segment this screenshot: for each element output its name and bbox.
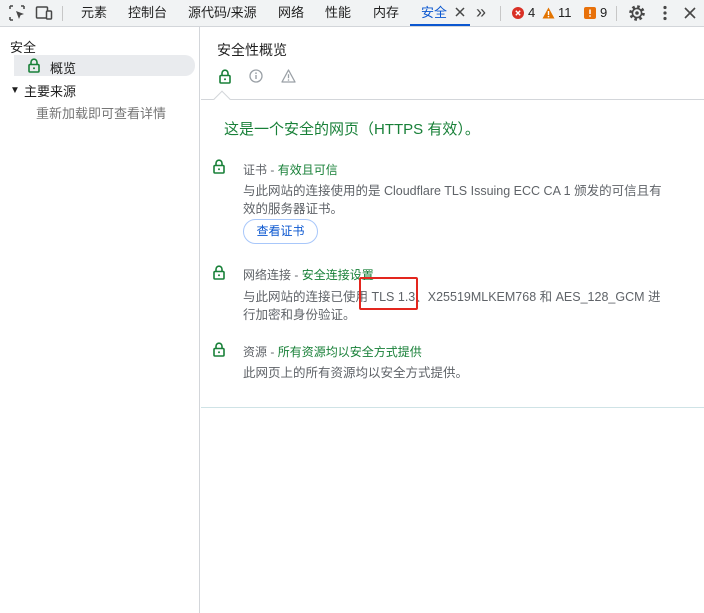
certificate-description: 与此网站的连接使用的是 Cloudflare TLS Issuing ECC C… xyxy=(243,184,662,216)
sidebar-heading: 安全 xyxy=(10,40,37,55)
warning-outline-icon xyxy=(281,69,296,83)
tab-console[interactable]: 控制台 xyxy=(128,0,167,26)
lock-icon xyxy=(219,69,231,84)
kebab-menu-icon[interactable] xyxy=(655,3,675,23)
title-separator: - xyxy=(267,345,278,359)
more-tabs-icon[interactable]: » xyxy=(476,0,486,26)
close-devtools-icon[interactable] xyxy=(680,3,700,23)
certificate-label: 证书 xyxy=(243,163,268,177)
title-separator: - xyxy=(291,268,302,282)
tab-sources[interactable]: 源代码/来源 xyxy=(188,0,257,26)
close-icon[interactable] xyxy=(454,6,466,18)
issues-count: 9 xyxy=(600,5,608,20)
header-divider xyxy=(201,99,704,100)
tab-memory[interactable]: 内存 xyxy=(373,0,399,26)
device-toolbar-icon[interactable] xyxy=(34,3,54,23)
resources-status: 所有资源均以安全方式提供 xyxy=(277,345,422,359)
content-divider xyxy=(201,407,704,408)
certificate-status: 有效且可信 xyxy=(277,163,338,177)
certificate-section-title: 证书 - 有效且可信 xyxy=(243,161,338,178)
reload-hint: 重新加载即可查看详情 xyxy=(36,106,167,121)
title-separator: - xyxy=(267,163,278,177)
active-tab-indicator xyxy=(410,24,470,26)
security-overview-panel: 安全性概览 这是一个安全的网页（HTTPS 有效）。 证书 - 有效且可信 与此… xyxy=(201,27,704,613)
resources-description: 此网页上的所有资源均以安全方式提供。 xyxy=(243,366,469,380)
page-title: 安全性概览 xyxy=(217,42,287,58)
warnings-count: 11 xyxy=(558,5,572,20)
toolbar-separator xyxy=(500,6,501,21)
connection-description: 与此网站的连接已使用 TLS 1.3、X25519MLKEM768 和 AES_… xyxy=(243,290,661,322)
tab-performance[interactable]: 性能 xyxy=(325,0,351,26)
sidebar-item-overview-label[interactable]: 概览 xyxy=(50,58,76,77)
header-pointer xyxy=(213,90,231,108)
resources-section-title: 资源 - 所有资源均以安全方式提供 xyxy=(243,343,422,360)
info-icon xyxy=(249,69,263,83)
connection-label: 网络连接 xyxy=(243,268,292,282)
highlight-box xyxy=(359,277,418,310)
tab-elements[interactable]: 元素 xyxy=(81,0,107,26)
toolbar-separator xyxy=(62,6,63,21)
lock-icon xyxy=(28,58,40,73)
lock-icon xyxy=(213,265,225,280)
security-sidebar: 安全 概览 ▼ 主要来源 重新加载即可查看详情 xyxy=(0,27,200,613)
view-certificate-button[interactable]: 查看证书 xyxy=(243,219,318,244)
issue-flag-icon xyxy=(584,7,596,19)
tab-security[interactable]: 安全 xyxy=(421,0,447,26)
devtools-toolbar: 元素 控制台 源代码/来源 网络 性能 内存 安全 » 4 11 9 xyxy=(0,0,704,27)
lock-icon xyxy=(213,159,225,174)
gear-icon[interactable] xyxy=(627,3,647,23)
resources-label: 资源 xyxy=(243,345,268,359)
warning-icon xyxy=(542,7,555,19)
sidebar-item-main-origins[interactable]: 主要来源 xyxy=(24,81,76,100)
tab-network[interactable]: 网络 xyxy=(278,0,304,26)
lock-icon xyxy=(213,342,225,357)
expand-triangle-icon[interactable]: ▼ xyxy=(10,85,20,96)
error-icon xyxy=(512,7,524,19)
sidebar-item-overview[interactable] xyxy=(14,55,195,76)
connection-section-title: 网络连接 - 安全连接设置 xyxy=(243,266,374,283)
security-summary: 这是一个安全的网页（HTTPS 有效）。 xyxy=(224,121,480,138)
toolbar-separator xyxy=(616,6,617,21)
errors-count: 4 xyxy=(528,5,536,20)
inspect-element-icon[interactable] xyxy=(7,3,27,23)
